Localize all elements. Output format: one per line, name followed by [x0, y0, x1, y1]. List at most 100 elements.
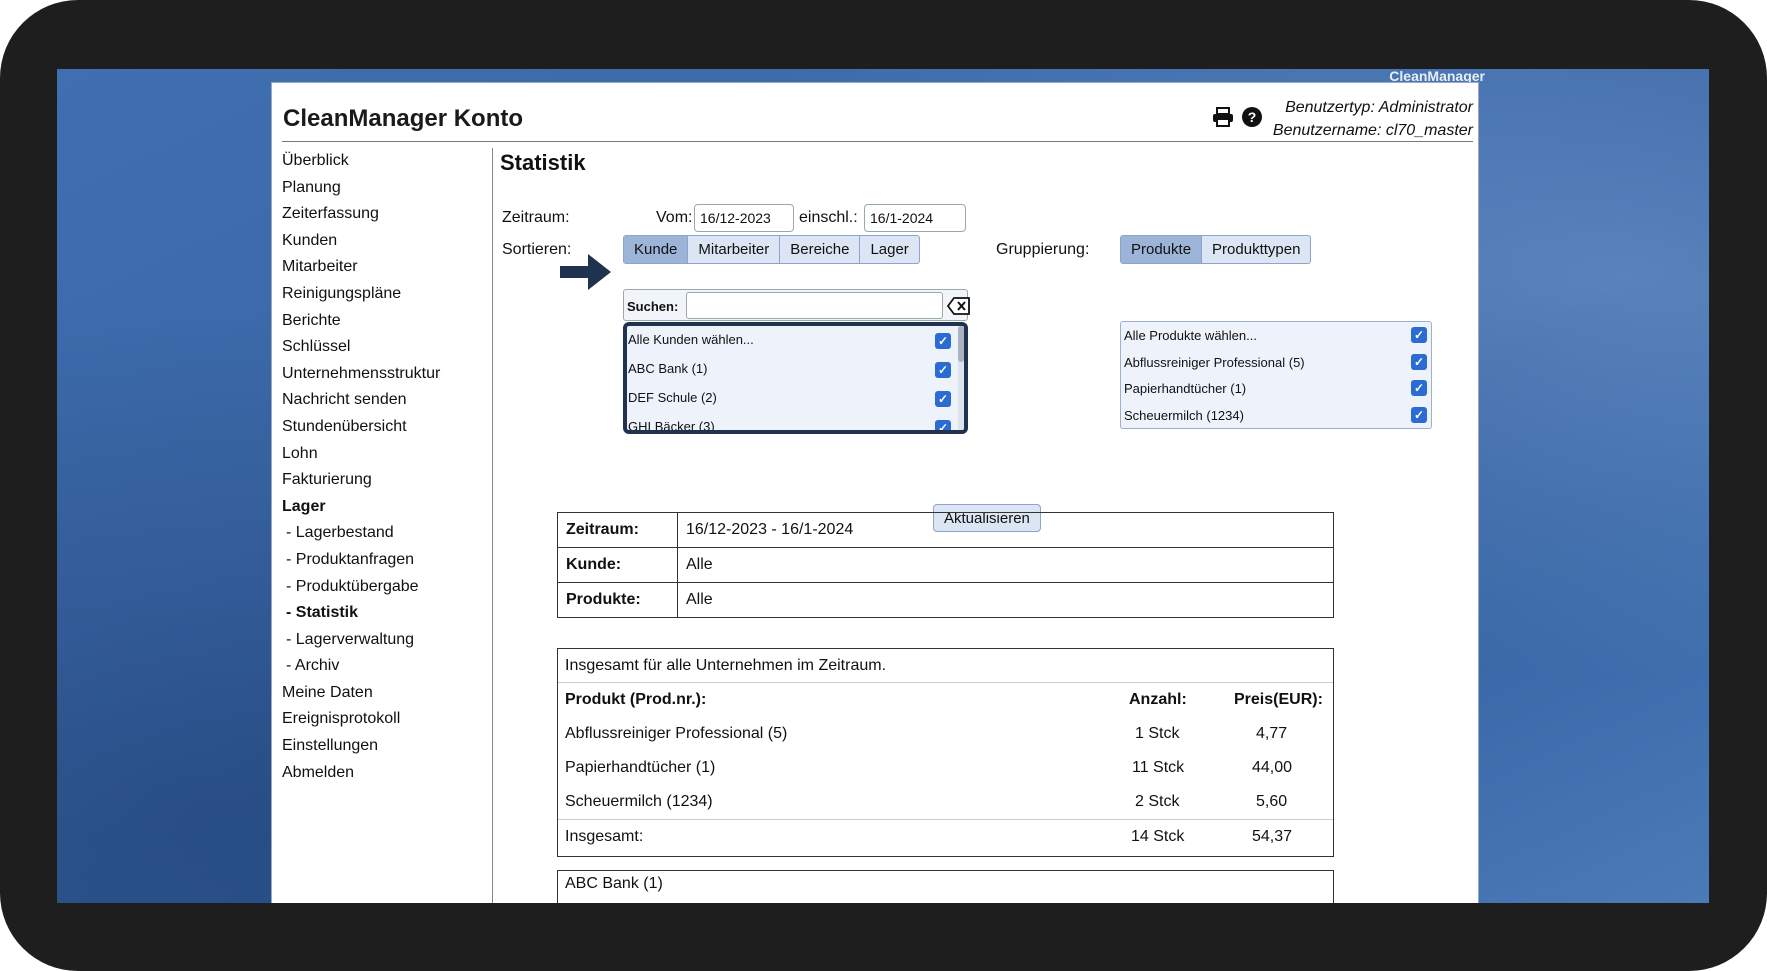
customer-dropdown: Suchen: Alle Kunden wählen... ✓ ABC Bank … — [623, 289, 971, 437]
table-header-row: Produkt (Prod.nr.): Anzahl: Preis(EUR): — [558, 683, 1333, 717]
table-row: Zeitraum: 16/12-2023 - 16/1-2024 — [557, 512, 1334, 548]
customer-list: Alle Kunden wählen... ✓ ABC Bank (1) ✓ DEF… — [623, 322, 968, 434]
col-product-header: Produkt (Prod.nr.): — [565, 691, 707, 708]
checkbox[interactable]: ✓ — [935, 391, 951, 407]
sidebar-item-mitarbeiter[interactable]: Mitarbeiter — [282, 254, 472, 281]
sidebar-item-lagerbestand[interactable]: - Lagerbestand — [282, 520, 472, 547]
sidebar-item-nachricht-senden[interactable]: Nachricht senden — [282, 387, 472, 414]
checkbox[interactable]: ✓ — [1411, 380, 1427, 396]
sidebar-item-unternehmensstruktur[interactable]: Unternehmensstruktur — [282, 361, 472, 388]
sidebar-item-meine-daten[interactable]: Meine Daten — [282, 680, 472, 707]
sidebar-item-produktuebergabe[interactable]: - Produktübergabe — [282, 574, 472, 601]
clear-search-icon[interactable] — [947, 297, 971, 315]
checkbox[interactable]: ✓ — [935, 420, 951, 430]
page-header-title: CleanManager Konto — [283, 105, 524, 132]
col-count-header: Anzahl: — [1129, 691, 1187, 708]
search-row: Suchen: — [623, 289, 971, 321]
header-icons: ? — [1212, 107, 1262, 132]
checkbox[interactable]: ✓ — [1411, 406, 1427, 423]
tab-produkttypen[interactable]: Produkttypen — [1201, 236, 1310, 263]
summary-key: Produkte: — [557, 582, 678, 618]
page-title: Statistik — [500, 150, 586, 175]
list-item[interactable]: Scheuermilch (1234) ✓ — [1121, 402, 1431, 429]
vom-label: Vom: — [656, 209, 693, 226]
summary-key: Kunde: — [557, 547, 678, 583]
customer-section-box: ABC Bank (1) — [557, 870, 1334, 903]
product-list: Alle Produkte wählen... ✓ Abflussreiniger… — [1120, 321, 1432, 429]
sidebar-item-lagerverwaltung[interactable]: - Lagerverwaltung — [282, 627, 472, 654]
sidebar-item-zeiterfassung[interactable]: Zeiterfassung — [282, 201, 472, 228]
header-divider — [282, 141, 1473, 142]
list-item[interactable]: Papierhandtücher (1) ✓ — [1121, 375, 1431, 402]
checkbox[interactable]: ✓ — [935, 362, 951, 378]
col-price-header: Preis(EUR): — [1234, 691, 1323, 708]
device-frame: CleanManager CleanManager Konto ? Benutz… — [0, 0, 1767, 971]
summary-table: Zeitraum: 16/12-2023 - 16/1-2024 Kunde: Al… — [557, 512, 1334, 618]
zeitraum-label: Zeitraum: — [502, 209, 570, 226]
app-window: CleanManager Konto ? Benutzertyp: Admini… — [271, 82, 1479, 903]
tab-produkte[interactable]: Produkte — [1121, 236, 1202, 263]
date-from-input[interactable] — [694, 204, 794, 232]
sidebar-divider — [492, 148, 493, 903]
sidebar-item-produktanfragen[interactable]: - Produktanfragen — [282, 547, 472, 574]
sidebar-item-einstellungen[interactable]: Einstellungen — [282, 733, 472, 760]
search-input[interactable] — [686, 292, 943, 319]
sidebar-item-planung[interactable]: Planung — [282, 175, 472, 202]
checkbox[interactable]: ✓ — [1411, 353, 1427, 370]
totals-heading: Insgesamt für alle Unternehmen im Zeitra… — [558, 649, 1333, 683]
pointer-arrow-icon — [560, 254, 611, 290]
sort-tabs: Kunde Mitarbeiter Bereiche Lager — [623, 235, 920, 264]
sidebar-item-schluessel[interactable]: Schlüssel — [282, 334, 472, 361]
sidebar-item-ereignisprotokoll[interactable]: Ereignisprotokoll — [282, 706, 472, 733]
list-item[interactable]: Alle Produkte wählen... ✓ — [1121, 322, 1431, 349]
sidebar-item-reinigungsplaene[interactable]: Reinigungspläne — [282, 281, 472, 308]
list-item[interactable]: Alle Kunden wählen... ✓ — [627, 326, 964, 355]
list-item[interactable]: Abflussreiniger Professional (5) ✓ — [1121, 349, 1431, 376]
print-icon[interactable] — [1212, 107, 1234, 132]
group-tabs: Produkte Produkttypen — [1120, 235, 1312, 264]
summary-value: 16/12-2023 - 16/1-2024 — [677, 512, 1334, 548]
desktop-screen: CleanManager CleanManager Konto ? Benutz… — [57, 69, 1709, 903]
einschl-label: einschl.: — [799, 209, 858, 226]
summary-value: Alle — [677, 582, 1334, 618]
sidebar-item-stundenuebersicht[interactable]: Stundenübersicht — [282, 414, 472, 441]
sidebar-item-statistik[interactable]: - Statistik — [282, 600, 472, 627]
tab-bereiche[interactable]: Bereiche — [779, 236, 859, 263]
sidebar-item-lohn[interactable]: Lohn — [282, 441, 472, 468]
table-row: Scheuermilch (1234) 2 Stck 5,60 — [565, 793, 1288, 810]
tab-lager[interactable]: Lager — [859, 236, 918, 263]
totals-table: Insgesamt für alle Unternehmen im Zeitra… — [557, 648, 1334, 857]
help-icon[interactable]: ? — [1242, 107, 1262, 127]
checkbox[interactable]: ✓ — [1411, 327, 1427, 343]
main-content: Statistik Zeitraum: Vom: einschl.: Sorti… — [498, 148, 1478, 903]
sidebar-item-berichte[interactable]: Berichte — [282, 308, 472, 335]
scrollbar-thumb[interactable] — [958, 326, 964, 362]
sidebar-item-archiv[interactable]: - Archiv — [282, 653, 472, 680]
table-row: Produkte: Alle — [557, 582, 1334, 618]
sidebar-nav: Überblick Planung Zeiterfassung Kunden M… — [282, 148, 472, 786]
table-row: Papierhandtücher (1) 11 Stck 44,00 — [565, 759, 1293, 776]
sidebar-item-fakturierung[interactable]: Fakturierung — [282, 467, 472, 494]
checkbox[interactable]: ✓ — [935, 333, 951, 349]
sidebar-item-kunden[interactable]: Kunden — [282, 228, 472, 255]
date-to-input[interactable] — [864, 204, 966, 232]
list-item[interactable]: GHI Bäcker (3) ✓ — [627, 413, 964, 430]
tab-mitarbeiter[interactable]: Mitarbeiter — [687, 236, 779, 263]
table-total-row: Insgesamt: 14 Stck 54,37 — [558, 819, 1333, 853]
sidebar-item-abmelden[interactable]: Abmelden — [282, 760, 472, 787]
table-row: Kunde: Alle — [557, 547, 1334, 583]
sidebar-item-ueberblick[interactable]: Überblick — [282, 148, 472, 175]
list-item[interactable]: ABC Bank (1) ✓ — [627, 355, 964, 384]
scrollbar[interactable] — [958, 326, 964, 430]
tab-kunde[interactable]: Kunde — [624, 236, 688, 263]
sidebar-item-lager[interactable]: Lager — [282, 494, 472, 521]
table-row: Abflussreiniger Professional (5) 1 Stck … — [565, 725, 1288, 742]
gruppierung-label: Gruppierung: — [996, 241, 1090, 258]
summary-value: Alle — [677, 547, 1334, 583]
list-item[interactable]: DEF Schule (2) ✓ — [627, 384, 964, 413]
search-label: Suchen: — [627, 299, 679, 314]
summary-key: Zeitraum: — [557, 512, 678, 548]
user-type: Benutzertyp: Administrator — [1285, 99, 1473, 116]
user-info: Benutzertyp: Administrator Benutzername:… — [1273, 96, 1473, 142]
user-name: Benutzername: cl70_master — [1272, 122, 1473, 139]
